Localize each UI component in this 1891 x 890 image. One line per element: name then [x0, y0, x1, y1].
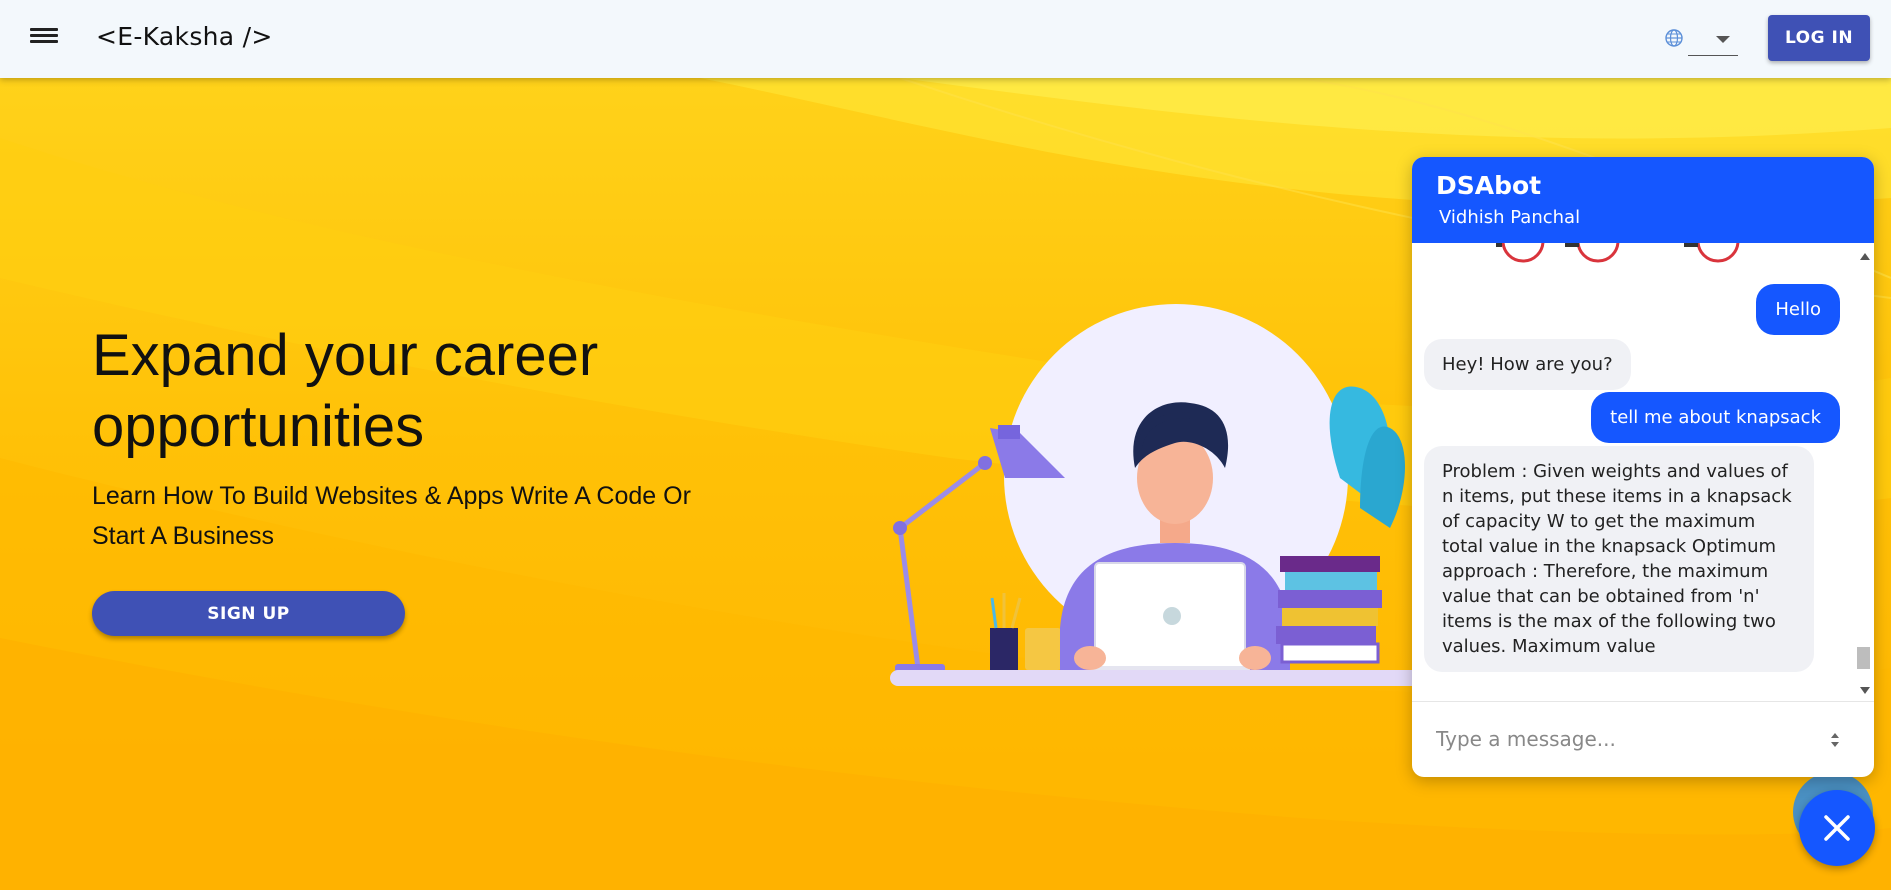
signup-button[interactable]: SIGN UP	[92, 591, 405, 636]
chat-message-bot: Problem : Given weights and values of n …	[1424, 446, 1814, 672]
chat-messages[interactable]: Hello Hey! How are you? tell me about kn…	[1412, 243, 1874, 701]
close-icon	[1824, 815, 1850, 841]
brand-logo[interactable]: <E-Kaksha />	[96, 22, 273, 51]
graph-image-fragment	[1496, 243, 1740, 263]
resize-arrows-icon[interactable]	[1828, 730, 1842, 750]
scrollbar-thumb[interactable]	[1857, 647, 1870, 669]
message-input[interactable]	[1436, 724, 1816, 754]
chat-message-user: Hello	[1756, 284, 1840, 335]
chat-message-bot: Hey! How are you?	[1424, 339, 1631, 390]
scroll-down-arrow-icon[interactable]	[1860, 687, 1870, 694]
chat-message-user: tell me about knapsack	[1591, 392, 1840, 443]
chat-input-row	[1412, 701, 1874, 777]
menu-icon[interactable]	[30, 25, 58, 49]
scroll-up-arrow-icon[interactable]	[1860, 253, 1870, 260]
language-select[interactable]	[1688, 22, 1738, 56]
hero-subtitle: Learn How To Build Websites & Apps Write…	[92, 482, 691, 550]
chevron-down-icon	[1716, 36, 1730, 43]
student-laptop-illustration	[890, 304, 1420, 686]
chat-widget: DSAbot Vidhish Panchal Hello Hey! How ar…	[1412, 157, 1874, 777]
chat-title: DSAbot	[1436, 171, 1542, 200]
hero-title: Expand your career opportunities	[92, 323, 599, 459]
top-app-bar: <E-Kaksha /> LOG IN	[0, 0, 1891, 78]
login-button[interactable]: LOG IN	[1768, 15, 1870, 61]
chat-subtitle: Vidhish Panchal	[1439, 207, 1581, 228]
globe-icon	[1665, 29, 1683, 47]
chat-header: DSAbot Vidhish Panchal	[1412, 157, 1874, 243]
close-chat-button[interactable]	[1799, 790, 1875, 866]
